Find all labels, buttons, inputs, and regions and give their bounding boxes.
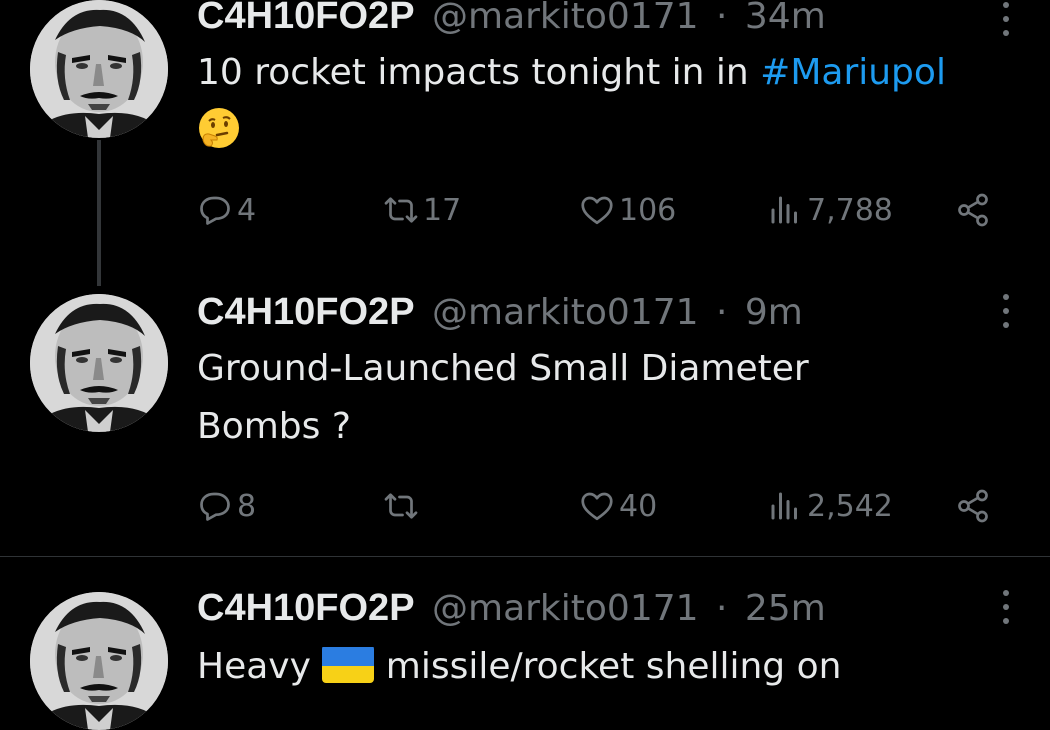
share-button[interactable]: [955, 188, 995, 232]
timestamp[interactable]: 9m: [745, 292, 803, 333]
retweet-count: 17: [423, 192, 462, 228]
more-icon[interactable]: [998, 588, 1014, 628]
tweet-text-body: Heavy: [197, 646, 323, 687]
display-name[interactable]: C4H10FO2P: [197, 291, 415, 333]
reply-icon: [197, 488, 233, 524]
reply-icon: [197, 192, 233, 228]
display-name[interactable]: C4H10FO2P: [197, 587, 415, 629]
like-count: 40: [619, 488, 658, 524]
reply-button[interactable]: 4: [197, 188, 256, 232]
retweet-icon: [383, 488, 419, 524]
tweet-header: C4H10FO2P @markito0171 · 34m: [197, 0, 826, 39]
tweet-1[interactable]: C4H10FO2P @markito0171 · 34m 10 rocket i…: [0, 0, 1050, 260]
share-icon: [955, 192, 991, 228]
timestamp[interactable]: 34m: [745, 0, 826, 37]
separator: ·: [716, 292, 728, 333]
handle[interactable]: @markito0171: [432, 0, 699, 37]
separator: ·: [716, 0, 728, 37]
more-icon[interactable]: [998, 0, 1014, 40]
like-icon: [579, 488, 615, 524]
avatar[interactable]: [30, 294, 168, 432]
timestamp[interactable]: 25m: [745, 588, 826, 629]
avatar[interactable]: [30, 592, 168, 730]
action-bar: 4 17 106 7,788: [197, 188, 1007, 232]
ukraine-flag-icon: [322, 645, 375, 683]
separator: ·: [716, 588, 728, 629]
display-name[interactable]: C4H10FO2P: [197, 0, 415, 37]
tweet-text: 10 rocket impacts tonight in in #Mariupo…: [197, 44, 1027, 160]
like-count: 106: [619, 192, 677, 228]
more-icon[interactable]: [998, 292, 1014, 332]
handle[interactable]: @markito0171: [432, 588, 699, 629]
tweet-2[interactable]: C4H10FO2P @markito0171 · 9m Ground-Launc…: [0, 290, 1050, 556]
tweet-header: C4H10FO2P @markito0171 · 25m: [197, 586, 826, 631]
like-button[interactable]: 40: [579, 484, 657, 528]
share-button[interactable]: [955, 484, 995, 528]
views-button[interactable]: 7,788: [767, 188, 893, 232]
views-button[interactable]: 2,542: [767, 484, 893, 528]
tweet-divider: [0, 556, 1050, 557]
tweet-header: C4H10FO2P @markito0171 · 9m: [197, 290, 803, 335]
like-button[interactable]: 106: [579, 188, 676, 232]
tweet-text-line: Ground-Launched Small Diameter: [197, 348, 809, 389]
views-count: 2,542: [807, 488, 893, 524]
like-icon: [579, 192, 615, 228]
share-icon: [955, 488, 991, 524]
tweet-text-body: missile/rocket shelling on: [374, 646, 842, 687]
thinking-face-icon: [197, 106, 241, 150]
tweet-text: Ground-Launched Small Diameter Bombs ?: [197, 340, 1027, 456]
tweet-text: Heavy missile/rocket shelling on: [197, 638, 1027, 696]
action-bar: 8 40 2,542: [197, 484, 1007, 528]
retweet-button[interactable]: 17: [383, 188, 461, 232]
views-icon: [767, 192, 803, 228]
hashtag-link[interactable]: #Mariupol: [760, 52, 946, 93]
reply-button[interactable]: 8: [197, 484, 256, 528]
handle[interactable]: @markito0171: [432, 292, 699, 333]
retweet-icon: [383, 192, 419, 228]
views-icon: [767, 488, 803, 524]
reply-count: 8: [237, 488, 257, 524]
views-count: 7,788: [807, 192, 893, 228]
avatar[interactable]: [30, 0, 168, 138]
tweet-text-line: Bombs ?: [197, 406, 351, 447]
tweet-3[interactable]: C4H10FO2P @markito0171 · 25m Heavy missi…: [0, 586, 1050, 730]
retweet-button[interactable]: [383, 484, 423, 528]
reply-count: 4: [237, 192, 257, 228]
tweet-text-body: 10 rocket impacts tonight in in: [197, 52, 761, 93]
